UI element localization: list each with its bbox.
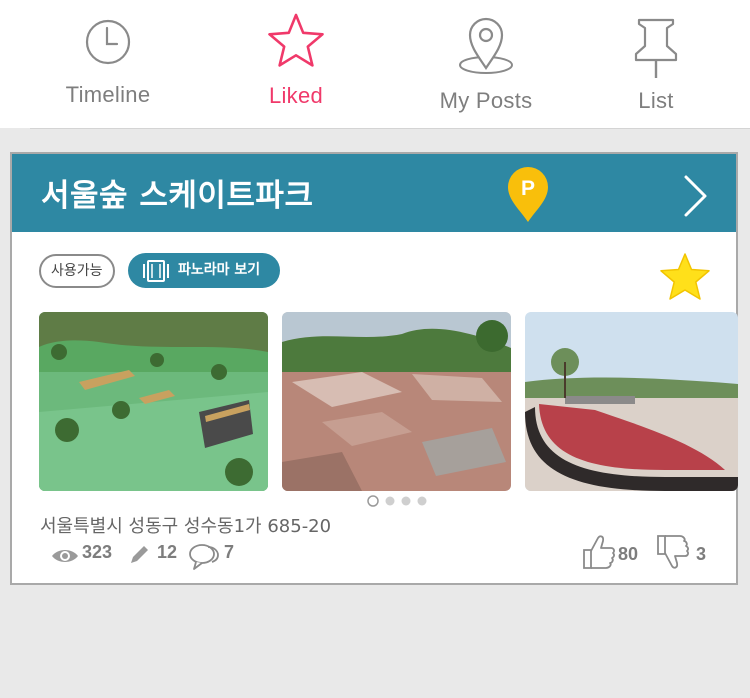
place-photo-2[interactable] (282, 312, 511, 491)
tab-liked-label: Liked (268, 83, 324, 108)
dislike-count: 3 (696, 544, 707, 564)
tab-my-posts[interactable]: My Posts (416, 0, 556, 128)
carousel-dots[interactable] (366, 494, 438, 508)
pencil-icon (131, 546, 148, 563)
like-count: 80 (618, 544, 639, 564)
favorite-star-icon[interactable] (658, 252, 712, 302)
tab-timeline[interactable]: Timeline (38, 0, 178, 128)
tab-bar: Timeline Liked My Posts List (0, 0, 750, 128)
comment-count: 7 (224, 542, 235, 562)
skatepark-photo-3 (525, 312, 738, 491)
tab-list[interactable]: List (586, 0, 726, 128)
place-card[interactable]: 서울숲 스케이트파크 P 사용가능 파노라마 보기 서울특별시 성동구 성수동1… (10, 152, 738, 585)
skatepark-photo-2 (282, 312, 511, 491)
card-header[interactable]: 서울숲 스케이트파크 P (12, 154, 736, 232)
skatepark-photo-1 (39, 312, 268, 491)
comment-icon (189, 544, 219, 570)
pushpin-icon (634, 18, 678, 78)
tab-bar-divider (30, 128, 750, 129)
parking-marker-icon: P (508, 167, 548, 222)
tab-list-label: List (638, 88, 674, 113)
place-title: 서울숲 스케이트파크 (41, 178, 314, 214)
eye-icon (52, 550, 78, 562)
place-address: 서울특별시 성동구 성수동1가 685-20 (40, 516, 332, 537)
tab-my-posts-label: My Posts (439, 88, 533, 113)
clock-icon (85, 19, 131, 65)
place-photo-3[interactable] (525, 312, 738, 491)
thumbs-up-icon[interactable] (582, 534, 616, 570)
tab-timeline-label: Timeline (65, 82, 151, 107)
panorama-button[interactable]: 파노라마 보기 (128, 253, 280, 288)
parking-label: P (521, 177, 535, 200)
view-count: 323 (82, 542, 113, 562)
panorama-button-label: 파노라마 보기 (178, 262, 261, 278)
location-pin-icon (459, 17, 513, 74)
thumbs-down-icon[interactable] (656, 534, 690, 570)
star-outline-icon (268, 13, 324, 67)
chevron-right-icon[interactable] (680, 174, 710, 218)
status-badge: 사용가능 (39, 254, 115, 288)
edit-count: 12 (157, 542, 178, 562)
tab-liked[interactable]: Liked (226, 0, 366, 128)
panorama-icon (143, 260, 169, 282)
place-photo-1[interactable] (39, 312, 268, 491)
